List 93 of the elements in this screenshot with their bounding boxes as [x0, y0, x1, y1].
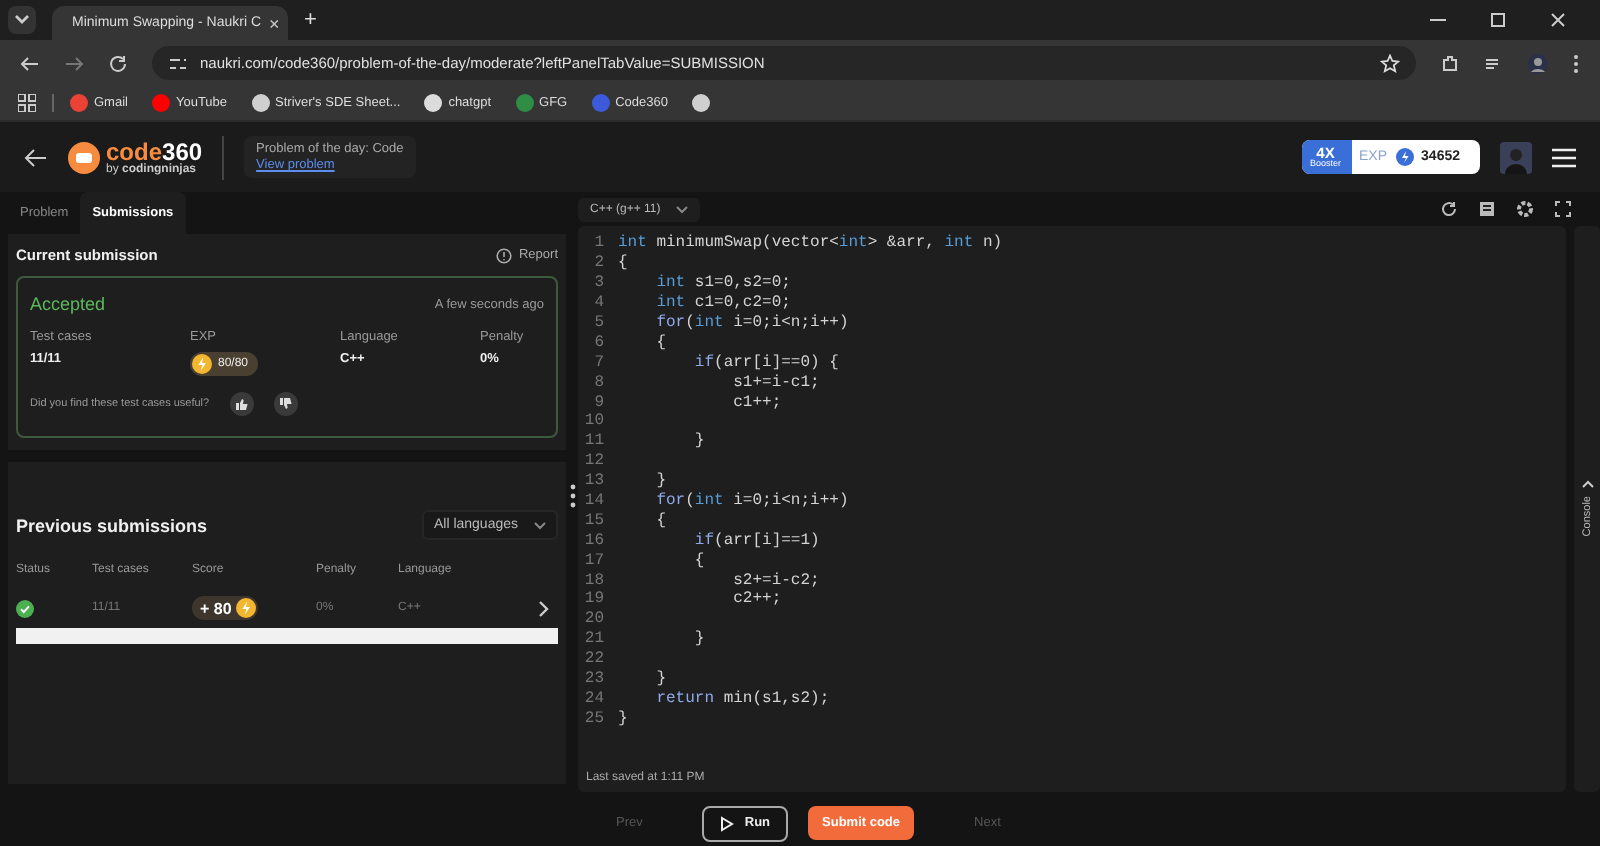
caret-icon — [534, 521, 546, 529]
thumbs-down-icon[interactable] — [273, 392, 298, 416]
bookmark-icon — [591, 94, 610, 112]
avatar-icon[interactable] — [1528, 53, 1548, 73]
code-line: c2++; — [731, 590, 782, 609]
score-pill: + 80 — [192, 596, 258, 620]
caret-icon — [676, 205, 689, 213]
line-number: 24 — [582, 689, 604, 708]
line-number: 3 — [592, 274, 604, 293]
bookmark-icon — [424, 94, 443, 112]
success-icon — [16, 599, 34, 617]
coin-icon — [192, 354, 212, 374]
bookmark-icon — [515, 94, 534, 112]
code-line: if(arr[i]==0) { — [692, 353, 839, 372]
line-number: 19 — [582, 590, 604, 609]
fullscreen-icon[interactable] — [1554, 200, 1572, 218]
line-number: 2 — [592, 254, 604, 273]
code-line: int s1=0,s2=0; — [654, 274, 791, 293]
extensions-icon[interactable] — [1440, 53, 1460, 73]
line-number: 11 — [582, 432, 604, 451]
code-line: s2+=i-c2; — [731, 571, 820, 590]
code-line: if(arr[i]==1) — [692, 531, 820, 550]
code-line: s1+=i-c1; — [731, 373, 820, 392]
site-info-icon[interactable] — [168, 53, 188, 73]
line-number: 10 — [582, 412, 604, 431]
bookmark-icon — [692, 94, 710, 112]
line-number: 25 — [582, 709, 604, 728]
section-title: Previous submissions — [16, 515, 208, 535]
code-line: { — [654, 511, 667, 530]
line-number: 22 — [582, 650, 604, 669]
line-number: 18 — [582, 571, 604, 590]
line-number: 8 — [592, 373, 604, 392]
code-line: { — [618, 254, 628, 273]
line-number: 9 — [592, 393, 604, 412]
line-number: 6 — [592, 333, 604, 352]
tab-list-icon[interactable] — [8, 6, 36, 34]
status-text: Accepted — [30, 294, 106, 314]
close-tab-button[interactable]: × — [269, 13, 280, 33]
line-number: 23 — [582, 670, 604, 689]
code-line: } — [618, 709, 628, 728]
line-number: 16 — [582, 531, 604, 550]
code-line: c1++; — [731, 393, 782, 412]
menu-icon[interactable] — [1552, 147, 1576, 167]
line-number: 21 — [582, 630, 604, 649]
bookmark-icon — [70, 94, 88, 112]
line-number: 17 — [582, 551, 604, 570]
code-line: for(int i=0;i<n;i++) — [654, 492, 849, 511]
code-line: } — [654, 472, 667, 491]
lightning-icon — [1395, 148, 1414, 166]
chevron-up-icon — [1581, 480, 1593, 489]
reset-icon[interactable] — [1440, 200, 1458, 218]
maximize-icon[interactable] — [1488, 10, 1508, 30]
code-line: } — [654, 670, 667, 689]
horizontal-scrollbar[interactable] — [16, 628, 558, 644]
logo-name: code360 — [106, 139, 203, 163]
code-line: int c1=0,c2=0; — [654, 294, 791, 313]
apps-icon[interactable] — [18, 94, 36, 112]
chevron-right-icon[interactable] — [538, 599, 550, 617]
logo-icon — [68, 141, 100, 173]
settings-icon[interactable] — [1516, 200, 1534, 218]
play-icon — [720, 815, 735, 831]
line-number: 20 — [582, 610, 604, 629]
line-number: 7 — [592, 353, 604, 372]
menu-icon[interactable] — [1572, 53, 1580, 73]
code-line: { — [654, 333, 667, 352]
code-line: { — [692, 551, 705, 570]
notes-icon[interactable] — [1478, 200, 1496, 218]
line-number: 13 — [582, 472, 604, 491]
info-icon — [496, 247, 513, 263]
media-icon[interactable] — [1484, 53, 1504, 73]
code-line: return min(s1,s2); — [654, 689, 830, 708]
line-number: 12 — [582, 452, 604, 471]
reload-icon[interactable] — [108, 53, 128, 73]
thumbs-up-icon[interactable] — [229, 392, 254, 416]
line-number: 14 — [582, 492, 604, 511]
code-line: } — [692, 630, 705, 649]
star-icon[interactable] — [1380, 53, 1400, 73]
bookmark-icon — [151, 94, 170, 112]
close-icon[interactable] — [1548, 10, 1568, 30]
line-number: 5 — [592, 314, 604, 332]
forward-icon[interactable] — [64, 53, 84, 73]
back-icon[interactable] — [20, 53, 40, 73]
line-number: 15 — [582, 511, 604, 530]
bookmark-icon — [251, 94, 270, 112]
line-number: 4 — [592, 294, 604, 313]
line-number: 1 — [592, 234, 604, 253]
drag-handle-icon[interactable] — [569, 484, 575, 508]
back-arrow-icon[interactable] — [24, 147, 48, 167]
code-line: int minimumSwap(vector<int> &arr, int n) — [618, 234, 1003, 253]
coin-icon — [235, 598, 256, 618]
new-tab-button[interactable]: + — [304, 8, 317, 32]
code-line: for(int i=0;i<n;i++) — [654, 314, 849, 332]
code-line: } — [692, 432, 705, 451]
